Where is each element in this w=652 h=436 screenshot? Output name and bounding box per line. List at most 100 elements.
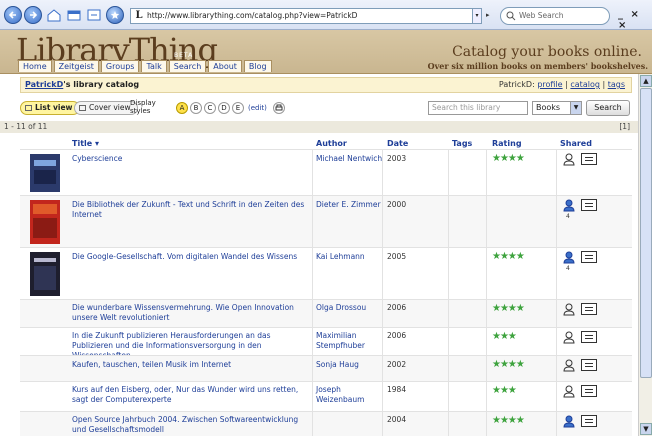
person-icon[interactable]	[562, 152, 576, 166]
profile-link[interactable]: profile	[537, 80, 562, 89]
book-cover[interactable]	[30, 154, 60, 192]
person-icon[interactable]	[562, 414, 576, 428]
window-controls[interactable]: _ × ×	[618, 9, 652, 31]
col-title[interactable]: Title ▾	[72, 139, 99, 148]
print-icon[interactable]	[273, 102, 285, 114]
rating-stars[interactable]: ★★★★	[492, 415, 525, 426]
book-title[interactable]: Kurs auf den Eisberg, oder, Nur das Wund…	[72, 385, 312, 405]
column-divider	[312, 382, 313, 411]
scroll-down-icon[interactable]: ▼	[640, 423, 652, 435]
review-icon[interactable]	[581, 199, 597, 211]
nav-home[interactable]: Home	[18, 60, 52, 72]
nav-search[interactable]: Search	[168, 60, 207, 72]
address-bar[interactable]: L http://www.librarything.com/catalog.ph…	[130, 8, 480, 24]
column-divider	[312, 356, 313, 381]
review-line	[585, 160, 593, 161]
book-author[interactable]: Olga Drossou	[316, 303, 384, 313]
book-title[interactable]: Die Google-Gesellschaft. Vom digitalen W…	[72, 252, 312, 262]
rating-stars[interactable]: ★★★	[492, 331, 517, 342]
rating-stars[interactable]: ★★★★	[492, 359, 525, 370]
column-divider	[312, 300, 313, 327]
book-author[interactable]: Sonja Haug	[316, 360, 384, 370]
column-divider	[382, 150, 383, 195]
person-icon[interactable]	[562, 302, 576, 316]
book-cover[interactable]	[30, 200, 60, 244]
book-cover[interactable]	[30, 252, 60, 296]
tabs-icon[interactable]	[66, 7, 82, 23]
list-view-button[interactable]: List view	[20, 101, 80, 115]
tags-link[interactable]: tags	[608, 80, 625, 89]
cover-view-button[interactable]: Cover view	[74, 101, 138, 115]
review-icon[interactable]	[581, 303, 597, 315]
style-d-button[interactable]: D	[218, 102, 230, 114]
search-scope-select[interactable]: Books ▼	[532, 101, 582, 115]
person-icon[interactable]	[562, 250, 576, 264]
style-a-button[interactable]: A	[176, 102, 188, 114]
scroll-up-icon[interactable]: ▲	[640, 75, 652, 87]
col-tags[interactable]: Tags	[452, 139, 472, 148]
nav-talk[interactable]: Talk	[141, 60, 167, 72]
review-line	[585, 206, 593, 207]
style-b-button[interactable]: B	[190, 102, 202, 114]
table-row: Cyberscience Michael Nentwich 2003 ★★★★	[20, 149, 632, 195]
review-icon[interactable]	[581, 415, 597, 427]
nav-zeitgeist[interactable]: Zeitgeist	[53, 60, 99, 72]
col-rating[interactable]: Rating	[492, 139, 522, 148]
rating-stars[interactable]: ★★★	[492, 385, 517, 396]
address-dropdown[interactable]: ▾	[472, 8, 482, 24]
review-icon[interactable]	[581, 153, 597, 165]
catalog-user-link[interactable]: PatrickD	[25, 80, 63, 89]
book-author[interactable]: Kai Lehmann	[316, 252, 384, 262]
nav-about[interactable]: About	[208, 60, 242, 72]
scroll-thumb[interactable]	[640, 88, 652, 378]
library-search-button[interactable]: Search	[586, 100, 630, 116]
back-button[interactable]	[4, 6, 22, 24]
book-title[interactable]: Die Bibliothek der Zukunft - Text und Sc…	[72, 200, 312, 220]
book-date: 2003	[387, 154, 407, 163]
book-author[interactable]: Michael Nentwich	[316, 154, 384, 164]
review-icon[interactable]	[581, 251, 597, 263]
review-line	[585, 338, 593, 339]
rating-stars[interactable]: ★★★★	[492, 251, 525, 262]
nav-blog[interactable]: Blog	[243, 60, 272, 72]
rating-stars[interactable]: ★★★★	[492, 303, 525, 314]
column-divider	[556, 356, 557, 381]
book-title[interactable]: Kaufen, tauschen, teilen Musik im Intern…	[72, 360, 312, 370]
review-icon[interactable]	[581, 359, 597, 371]
web-search-field[interactable]: Web Search	[500, 7, 610, 25]
page-icon[interactable]	[106, 6, 124, 24]
review-icon[interactable]	[581, 331, 597, 343]
address-url: http://www.librarything.com/catalog.php?…	[147, 11, 358, 20]
home-icon[interactable]	[46, 7, 62, 23]
book-author[interactable]: Dieter E. Zimmer	[316, 200, 384, 210]
style-e-button[interactable]: E	[232, 102, 244, 114]
page-link[interactable]: [1]	[619, 121, 630, 133]
go-dropdown[interactable]: ▸	[486, 11, 490, 19]
book-date: 2005	[387, 252, 407, 261]
column-divider	[448, 300, 449, 327]
nav-groups[interactable]: Groups	[100, 60, 140, 72]
person-icon[interactable]	[562, 358, 576, 372]
rating-stars[interactable]: ★★★★	[492, 153, 525, 164]
cover-view-label: Cover view	[89, 103, 131, 112]
page-scrollbar[interactable]: ▲ ▼	[638, 74, 652, 436]
style-c-button[interactable]: C	[204, 102, 216, 114]
forward-button[interactable]	[24, 6, 42, 24]
book-title[interactable]: Open Source Jahrbuch 2004. Zwischen Soft…	[72, 415, 312, 435]
book-title[interactable]: Die wunderbare Wissensvermehrung. Wie Op…	[72, 303, 312, 323]
edit-styles-link[interactable]: (edit)	[248, 104, 267, 112]
book-author[interactable]: Maximilian Stempfhuber	[316, 331, 384, 351]
col-date[interactable]: Date	[387, 139, 408, 148]
library-search-input[interactable]: Search this library	[428, 101, 528, 115]
review-icon[interactable]	[581, 385, 597, 397]
catalog-link[interactable]: catalog	[570, 80, 600, 89]
favorites-icon[interactable]	[86, 7, 102, 23]
person-icon[interactable]	[562, 330, 576, 344]
col-author[interactable]: Author	[316, 139, 347, 148]
col-shared[interactable]: Shared	[560, 139, 592, 148]
book-author[interactable]: Joseph Weizenbaum	[316, 385, 384, 405]
person-icon[interactable]	[562, 198, 576, 212]
book-title[interactable]: Cyberscience	[72, 154, 312, 164]
person-icon[interactable]	[562, 384, 576, 398]
column-divider	[486, 248, 487, 299]
